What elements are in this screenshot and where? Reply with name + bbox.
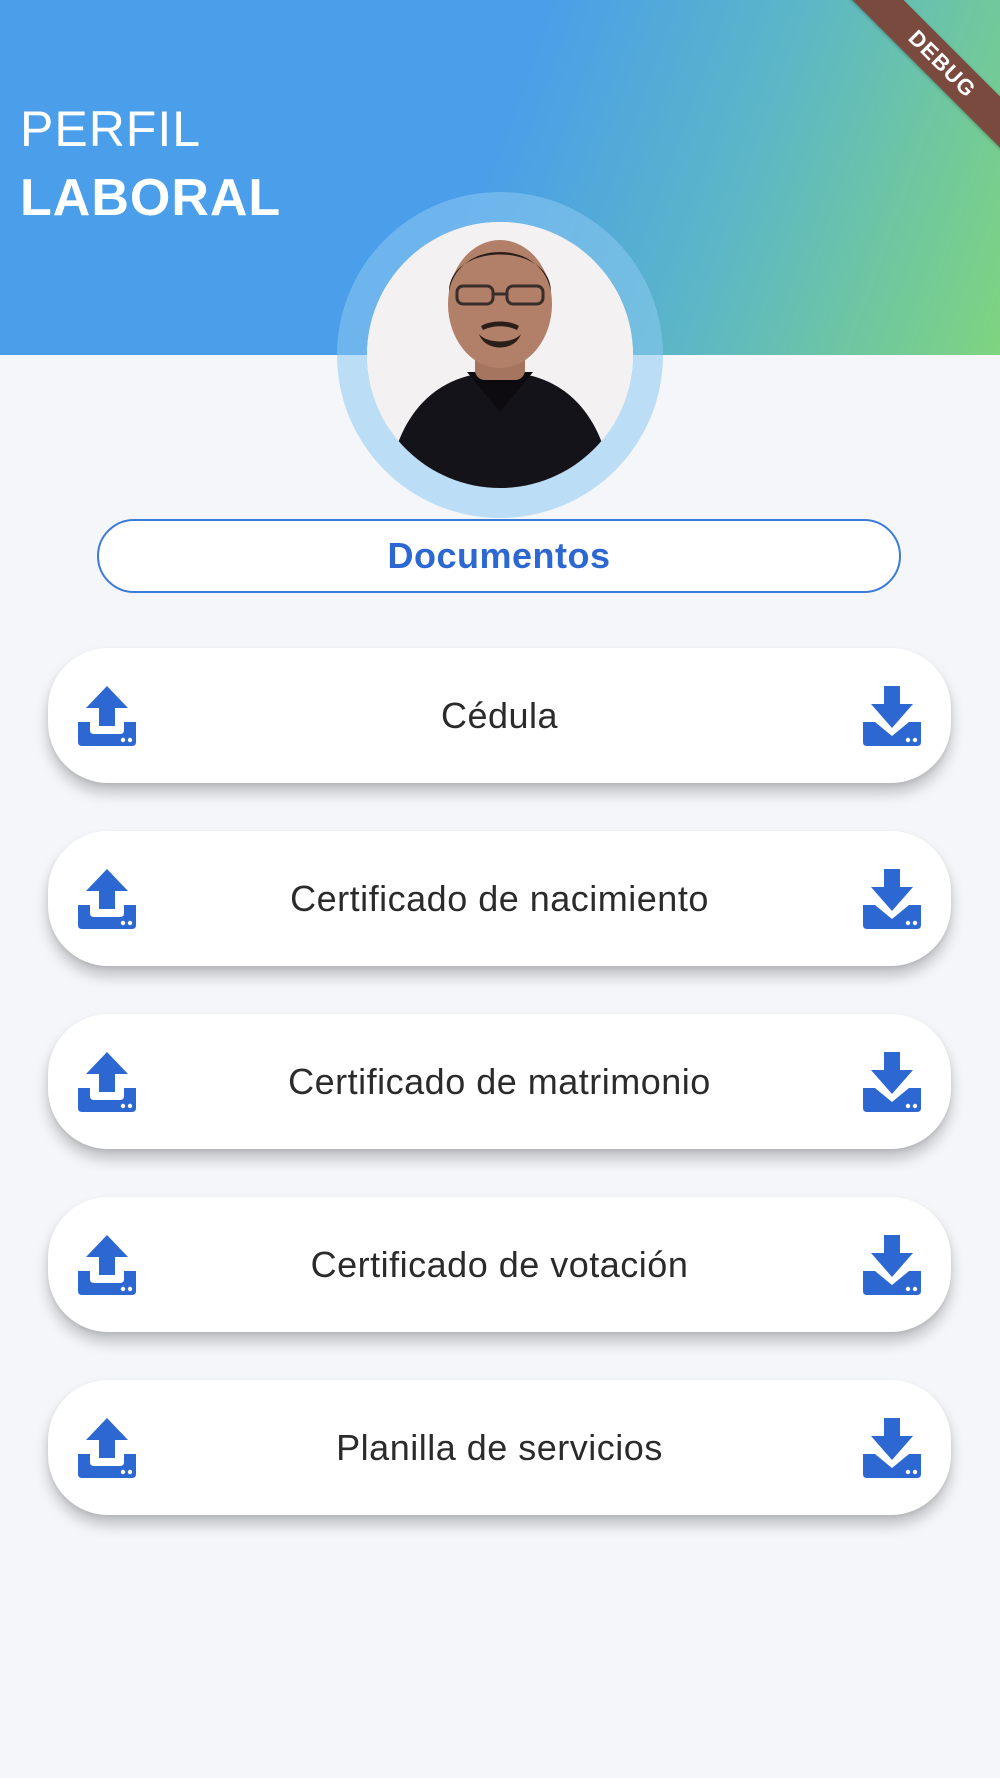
debug-banner: DEBUG bbox=[844, 0, 1000, 162]
upload-icon[interactable] bbox=[76, 1416, 138, 1478]
download-icon[interactable] bbox=[861, 684, 923, 746]
upload-icon[interactable] bbox=[76, 1050, 138, 1112]
profile-photo bbox=[367, 222, 633, 488]
upload-icon[interactable] bbox=[76, 1233, 138, 1295]
document-item-certificado-nacimiento: Certificado de nacimiento bbox=[48, 831, 951, 966]
document-label: Certificado de votación bbox=[310, 1243, 689, 1285]
document-item-certificado-votacion: Certificado de votación bbox=[48, 1197, 951, 1332]
document-label: Cédula bbox=[440, 694, 559, 736]
download-icon[interactable] bbox=[861, 867, 923, 929]
download-icon[interactable] bbox=[861, 1050, 923, 1112]
page-title-line1: PERFIL bbox=[20, 101, 202, 157]
document-label: Certificado de matrimonio bbox=[288, 1060, 711, 1102]
upload-icon[interactable] bbox=[76, 867, 138, 929]
documents-section-title: Documentos bbox=[387, 535, 611, 576]
download-icon[interactable] bbox=[861, 1233, 923, 1295]
upload-icon[interactable] bbox=[76, 684, 138, 746]
avatar[interactable] bbox=[367, 222, 633, 488]
document-item-cedula: Cédula bbox=[48, 648, 951, 783]
documents-section-header: Documentos bbox=[97, 519, 901, 593]
document-label: Planilla de servicios bbox=[336, 1426, 663, 1468]
document-item-certificado-matrimonio: Certificado de matrimonio bbox=[48, 1014, 951, 1149]
document-label: Certificado de nacimiento bbox=[290, 877, 709, 919]
page-title-line2: LABORAL bbox=[20, 169, 282, 227]
download-icon[interactable] bbox=[861, 1416, 923, 1478]
document-item-planilla-servicios: Planilla de servicios bbox=[48, 1380, 951, 1515]
document-list: Cédula Certificado de nacimiento Certifi… bbox=[48, 648, 951, 1563]
